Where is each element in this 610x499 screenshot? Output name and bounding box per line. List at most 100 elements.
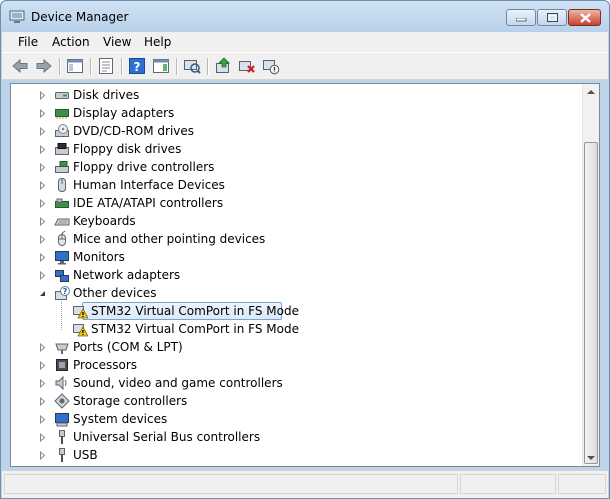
close-button[interactable] — [568, 9, 601, 26]
floppy-disk-icon — [55, 143, 69, 155]
vertical-scrollbar[interactable] — [582, 84, 599, 466]
tree-item-label: Human Interface Devices — [73, 178, 225, 192]
tree-category-row[interactable]: DVD/CD-ROM drives — [11, 122, 581, 140]
tree-category-row[interactable]: Sound, video and game controllers — [11, 374, 581, 392]
device-tree[interactable]: Disk drives Display adapters DVD/CD-ROM dr… — [10, 83, 600, 467]
tree-category-row[interactable]: Universal Serial Bus controllers — [11, 428, 581, 446]
expand-arrow-icon[interactable] — [38, 181, 47, 190]
forward-icon[interactable] — [35, 57, 53, 75]
expand-arrow-icon[interactable] — [38, 361, 47, 370]
sound-icon — [55, 375, 67, 391]
expand-arrow-icon[interactable] — [38, 433, 47, 442]
toolbar-separator — [121, 58, 123, 75]
scroll-up-arrow-icon[interactable] — [583, 84, 599, 101]
svg-text:?: ? — [134, 60, 141, 74]
expand-arrow-icon[interactable] — [38, 271, 47, 280]
toolbar-separator — [207, 58, 209, 75]
menu-file[interactable]: File — [18, 35, 38, 49]
expand-arrow-icon[interactable] — [38, 217, 47, 226]
expand-arrow-icon[interactable] — [38, 109, 47, 118]
tree-item-label: Network adapters — [73, 268, 181, 282]
tree-category-row[interactable]: Floppy disk drives — [11, 140, 581, 158]
expand-arrow-icon[interactable] — [38, 379, 47, 388]
toolbar: ? — [2, 52, 608, 80]
tree-category-row[interactable]: Processors — [11, 356, 581, 374]
properties-icon[interactable] — [97, 57, 115, 75]
expand-arrow-icon[interactable] — [38, 397, 47, 406]
back-icon[interactable] — [11, 57, 29, 75]
uninstall-icon[interactable] — [238, 57, 256, 75]
tree-category-row[interactable]: Mice and other pointing devices — [11, 230, 581, 248]
tree-device-row[interactable]: STM32 Virtual ComPort in FS Mode — [11, 302, 581, 320]
unknown-device-icon: ? — [55, 286, 70, 300]
maximize-icon — [547, 13, 558, 22]
menu-view[interactable]: View — [103, 35, 131, 49]
tree-item-label: Storage controllers — [73, 394, 188, 408]
expand-arrow-icon[interactable] — [38, 199, 47, 208]
minimize-button[interactable] — [506, 9, 536, 26]
tree-item-label: System devices — [73, 412, 168, 426]
disable-icon[interactable] — [262, 57, 280, 75]
status-pane-main — [4, 474, 458, 494]
collapse-arrow-icon[interactable] — [38, 289, 47, 298]
tree-category-row[interactable]: Keyboards — [11, 212, 581, 230]
tree-item-label: Sound, video and game controllers — [73, 376, 283, 390]
menu-action[interactable]: Action — [52, 35, 90, 49]
expand-arrow-icon[interactable] — [38, 127, 47, 136]
usb-icon — [59, 448, 65, 462]
menu-bar: File Action View Help — [2, 32, 608, 52]
tree-category-row[interactable]: Monitors — [11, 248, 581, 266]
minimize-icon — [516, 18, 527, 22]
device-manager-app-icon — [9, 10, 25, 23]
tree-category-row[interactable]: ? Other devices — [11, 284, 581, 302]
close-icon — [580, 13, 591, 23]
tree-category-row[interactable]: Storage controllers — [11, 392, 581, 410]
tree-item-label: Keyboards — [73, 214, 136, 228]
tree-category-row[interactable]: Display adapters — [11, 104, 581, 122]
device-manager-window: Device Manager File Action View Help ? D… — [0, 0, 610, 499]
tree-category-row[interactable]: USB — [11, 446, 581, 464]
tree-category-row[interactable]: Floppy drive controllers — [11, 158, 581, 176]
expand-arrow-icon[interactable] — [38, 253, 47, 262]
window-title: Device Manager — [31, 10, 129, 24]
ide-controller-icon — [55, 198, 69, 208]
maximize-button[interactable] — [537, 9, 567, 26]
tree-item-label: USB — [73, 448, 98, 462]
tree-category-row[interactable]: Network adapters — [11, 266, 581, 284]
tree-category-row[interactable]: Ports (COM & LPT) — [11, 338, 581, 356]
tree-category-row[interactable]: Disk drives — [11, 86, 581, 104]
expand-arrow-icon[interactable] — [38, 91, 47, 100]
toolbar-separator — [90, 58, 92, 75]
tree-category-row[interactable]: System devices — [11, 410, 581, 428]
tree-category-row[interactable]: IDE ATA/ATAPI controllers — [11, 194, 581, 212]
tree-item-label: IDE ATA/ATAPI controllers — [73, 196, 224, 210]
tree-item-label: DVD/CD-ROM drives — [73, 124, 195, 138]
tree-item-label: Display adapters — [73, 106, 175, 120]
help-icon[interactable]: ? — [128, 57, 146, 75]
tree-item-label: Universal Serial Bus controllers — [73, 430, 261, 444]
tree-device-row[interactable]: STM32 Virtual ComPort in FS Mode — [11, 320, 581, 338]
expand-arrow-icon[interactable] — [38, 145, 47, 154]
expand-arrow-icon[interactable] — [38, 415, 47, 424]
network-adapter-icon — [55, 270, 69, 282]
expand-arrow-icon[interactable] — [38, 235, 47, 244]
title-bar[interactable]: Device Manager — [1, 1, 609, 32]
tree-category-row[interactable]: Human Interface Devices — [11, 176, 581, 194]
update-driver-icon[interactable] — [214, 57, 232, 75]
tree-item-label: STM32 Virtual ComPort in FS Mode — [91, 322, 299, 336]
scrollbar-thumb[interactable] — [584, 142, 598, 464]
tree-item-label: Floppy disk drives — [73, 142, 182, 156]
usb-controller-icon — [59, 430, 65, 444]
disk-drive-icon — [55, 92, 69, 99]
menu-help[interactable]: Help — [144, 35, 171, 49]
storage-controller-icon — [54, 393, 70, 409]
show-hide-console-tree-icon[interactable] — [66, 57, 84, 75]
show-hide-action-pane-icon[interactable] — [152, 57, 170, 75]
toolbar-separator — [176, 58, 178, 75]
expand-arrow-icon[interactable] — [38, 451, 47, 460]
expand-arrow-icon[interactable] — [38, 163, 47, 172]
scan-hardware-icon[interactable] — [183, 57, 201, 75]
tree-item-label: Ports (COM & LPT) — [73, 340, 183, 354]
scroll-down-arrow-icon[interactable] — [583, 449, 599, 466]
expand-arrow-icon[interactable] — [38, 343, 47, 352]
